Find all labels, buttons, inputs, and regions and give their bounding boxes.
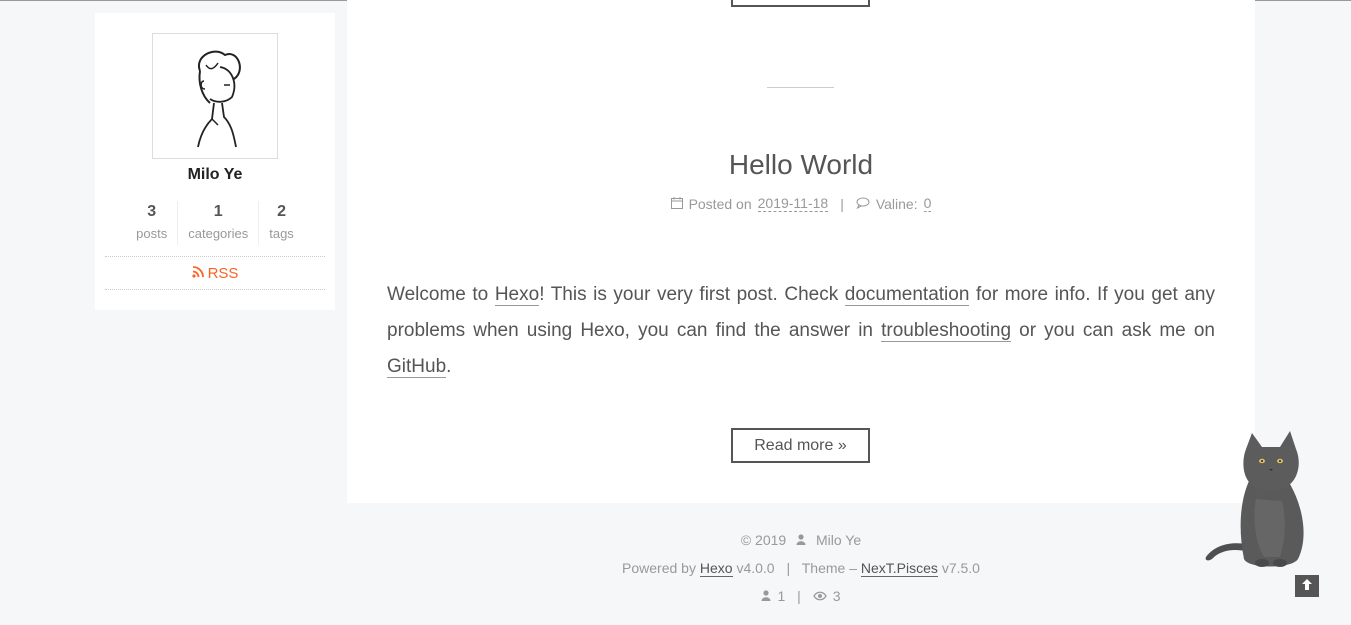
stat-label: categories xyxy=(188,226,249,241)
troubleshooting-link[interactable]: troubleshooting xyxy=(881,320,1012,342)
stat-count: 3 xyxy=(147,203,157,220)
stat-posts[interactable]: 3 posts xyxy=(126,201,177,245)
body-text: Welcome to xyxy=(387,284,495,305)
rss-icon xyxy=(191,265,204,282)
user-icon xyxy=(796,526,806,554)
stat-label: posts xyxy=(136,226,168,241)
github-link[interactable]: GitHub xyxy=(387,356,447,378)
read-more-button[interactable]: Read more » xyxy=(731,428,870,463)
avatar-drawing-icon xyxy=(197,50,241,148)
footer-stats-line: 1 | 3 xyxy=(347,582,1255,610)
stat-categories[interactable]: 1 categories xyxy=(177,201,258,245)
footer-powered-line: Powered by Hexo v4.0.0 | Theme – NexT.Pi… xyxy=(347,554,1255,582)
rss-label: RSS xyxy=(207,264,239,282)
footer-separator: | xyxy=(797,588,801,604)
footer: © 2019 Milo Ye Powered by Hexo v4.0.0 | … xyxy=(347,526,1255,610)
theme-link[interactable]: NexT.Pisces xyxy=(860,560,938,577)
back-to-top-button[interactable] xyxy=(1295,575,1319,597)
hexo-link[interactable]: Hexo xyxy=(494,284,540,306)
body-text: . xyxy=(446,356,452,377)
post-divider xyxy=(767,87,834,88)
stat-label: tags xyxy=(269,226,294,241)
posted-on-label: Posted on xyxy=(688,195,752,212)
visitor-icon xyxy=(761,582,771,610)
body-text: or you can ask me on xyxy=(1011,320,1215,341)
comments-count[interactable]: 0 xyxy=(923,195,932,212)
author-name: Milo Ye xyxy=(187,166,243,183)
hexo-footer-link[interactable]: Hexo xyxy=(699,560,733,577)
cat-icon xyxy=(1205,431,1304,567)
previous-read-more-button[interactable] xyxy=(731,0,870,7)
documentation-link[interactable]: documentation xyxy=(844,284,970,306)
comment-icon xyxy=(856,196,870,212)
rss-link[interactable]: RSS xyxy=(191,264,239,282)
comments-label: Valine: xyxy=(875,195,918,212)
post-container: Hello World Posted on 2019-11-18 | Valin… xyxy=(347,0,1255,503)
arrow-up-icon xyxy=(1302,577,1312,595)
stat-tags[interactable]: 2 tags xyxy=(258,201,304,245)
copyright: © 2019 xyxy=(740,532,787,548)
post-meta: Posted on 2019-11-18 | Valine: 0 xyxy=(347,195,1255,212)
sidebar: Milo Ye 3 posts 1 categories 2 tags RSS xyxy=(95,13,335,310)
post-excerpt: Welcome to Hexo! This is your very first… xyxy=(387,277,1215,385)
visitor-count: 1 xyxy=(777,588,786,604)
avatar xyxy=(152,33,278,159)
post-title-text[interactable]: Hello World xyxy=(729,149,873,180)
theme-version: v7.5.0 xyxy=(941,560,980,576)
footer-separator: | xyxy=(786,560,791,576)
meta-separator: | xyxy=(840,195,844,212)
theme-label: Theme – xyxy=(801,560,857,576)
stat-count: 2 xyxy=(277,203,286,220)
eye-icon xyxy=(812,582,827,610)
footer-copyright-line: © 2019 Milo Ye xyxy=(347,526,1255,554)
body-text: ! This is your very first post. Check xyxy=(539,284,845,305)
powered-by-label: Powered by xyxy=(622,560,696,576)
view-count: 3 xyxy=(832,588,841,604)
site-stats: 3 posts 1 categories 2 tags xyxy=(122,201,308,245)
post-title[interactable]: Hello World xyxy=(347,149,1255,181)
site-owner: Milo Ye xyxy=(815,532,862,548)
calendar-icon xyxy=(670,196,683,212)
rss-section: RSS xyxy=(105,256,325,290)
hexo-version: v4.0.0 xyxy=(736,560,775,576)
stat-count: 1 xyxy=(213,203,223,220)
cat-mascot-widget[interactable] xyxy=(1200,429,1312,571)
post-date[interactable]: 2019-11-18 xyxy=(757,195,829,212)
